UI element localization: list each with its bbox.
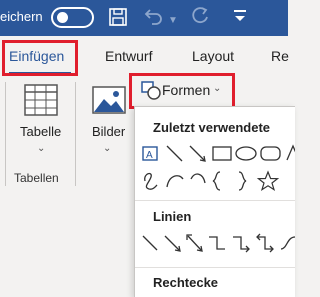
group-label-tables: Tabellen (14, 171, 59, 185)
arrow-icon[interactable] (164, 235, 181, 252)
triangle-icon[interactable] (286, 144, 295, 161)
tab-design[interactable]: Entwurf (105, 48, 152, 64)
chevron-down-icon[interactable]: ⌄ (37, 143, 45, 154)
recent-shapes-title: Zuletzt verwendete (153, 120, 271, 135)
tab-layout[interactable]: Layout (192, 48, 234, 64)
toggle-off-icon (57, 12, 68, 23)
left-brace-icon[interactable] (212, 171, 221, 191)
autosave-label: eichern (0, 9, 43, 24)
redo-icon[interactable] (190, 6, 210, 32)
pictures-button[interactable]: Bilder (92, 124, 125, 139)
star-icon[interactable] (256, 170, 280, 191)
highlight-shapes-button (129, 73, 235, 109)
svg-text:A: A (146, 150, 153, 161)
undo-dropdown-icon[interactable]: ▼ (168, 10, 178, 32)
rounded-rectangle-icon[interactable] (260, 146, 281, 161)
customize-qa-icon[interactable] (232, 6, 248, 32)
highlight-insert-tab (2, 40, 78, 76)
picture-icon (92, 86, 126, 119)
elbow-double-arrow-connector-icon[interactable] (256, 233, 274, 253)
double-arrow-icon[interactable] (186, 234, 203, 252)
curve-icon[interactable] (166, 175, 184, 188)
elbow-arrow-connector-icon[interactable] (233, 236, 250, 253)
line-icon[interactable] (142, 235, 158, 251)
oval-icon[interactable] (235, 146, 257, 161)
table-button[interactable]: Tabelle (20, 124, 61, 139)
line-icon[interactable] (166, 145, 183, 162)
freeform-icon[interactable] (144, 172, 158, 190)
arc-icon[interactable] (190, 173, 206, 184)
rectangle-icon[interactable] (212, 146, 232, 161)
recent-shapes-grid: A (142, 144, 295, 191)
title-bar: eichern ▼ (0, 0, 288, 36)
autosave-toggle[interactable] (51, 7, 94, 28)
right-brace-icon[interactable] (238, 171, 247, 191)
undo-icon[interactable] (143, 6, 165, 32)
shapes-dropdown: Zuletzt verwendete A Linien Rechtecke (134, 106, 295, 297)
elbow-connector-icon[interactable] (209, 236, 225, 250)
text-box-icon[interactable]: A (142, 146, 158, 161)
curved-connector-icon[interactable] (280, 236, 295, 250)
lines-title: Linien (153, 209, 192, 224)
arrow-icon[interactable] (189, 145, 206, 162)
chevron-down-icon[interactable]: ⌄ (103, 143, 111, 154)
tab-references[interactable]: Re (271, 48, 289, 64)
table-icon (24, 84, 58, 121)
save-icon[interactable] (108, 7, 128, 33)
lines-grid (142, 233, 295, 253)
